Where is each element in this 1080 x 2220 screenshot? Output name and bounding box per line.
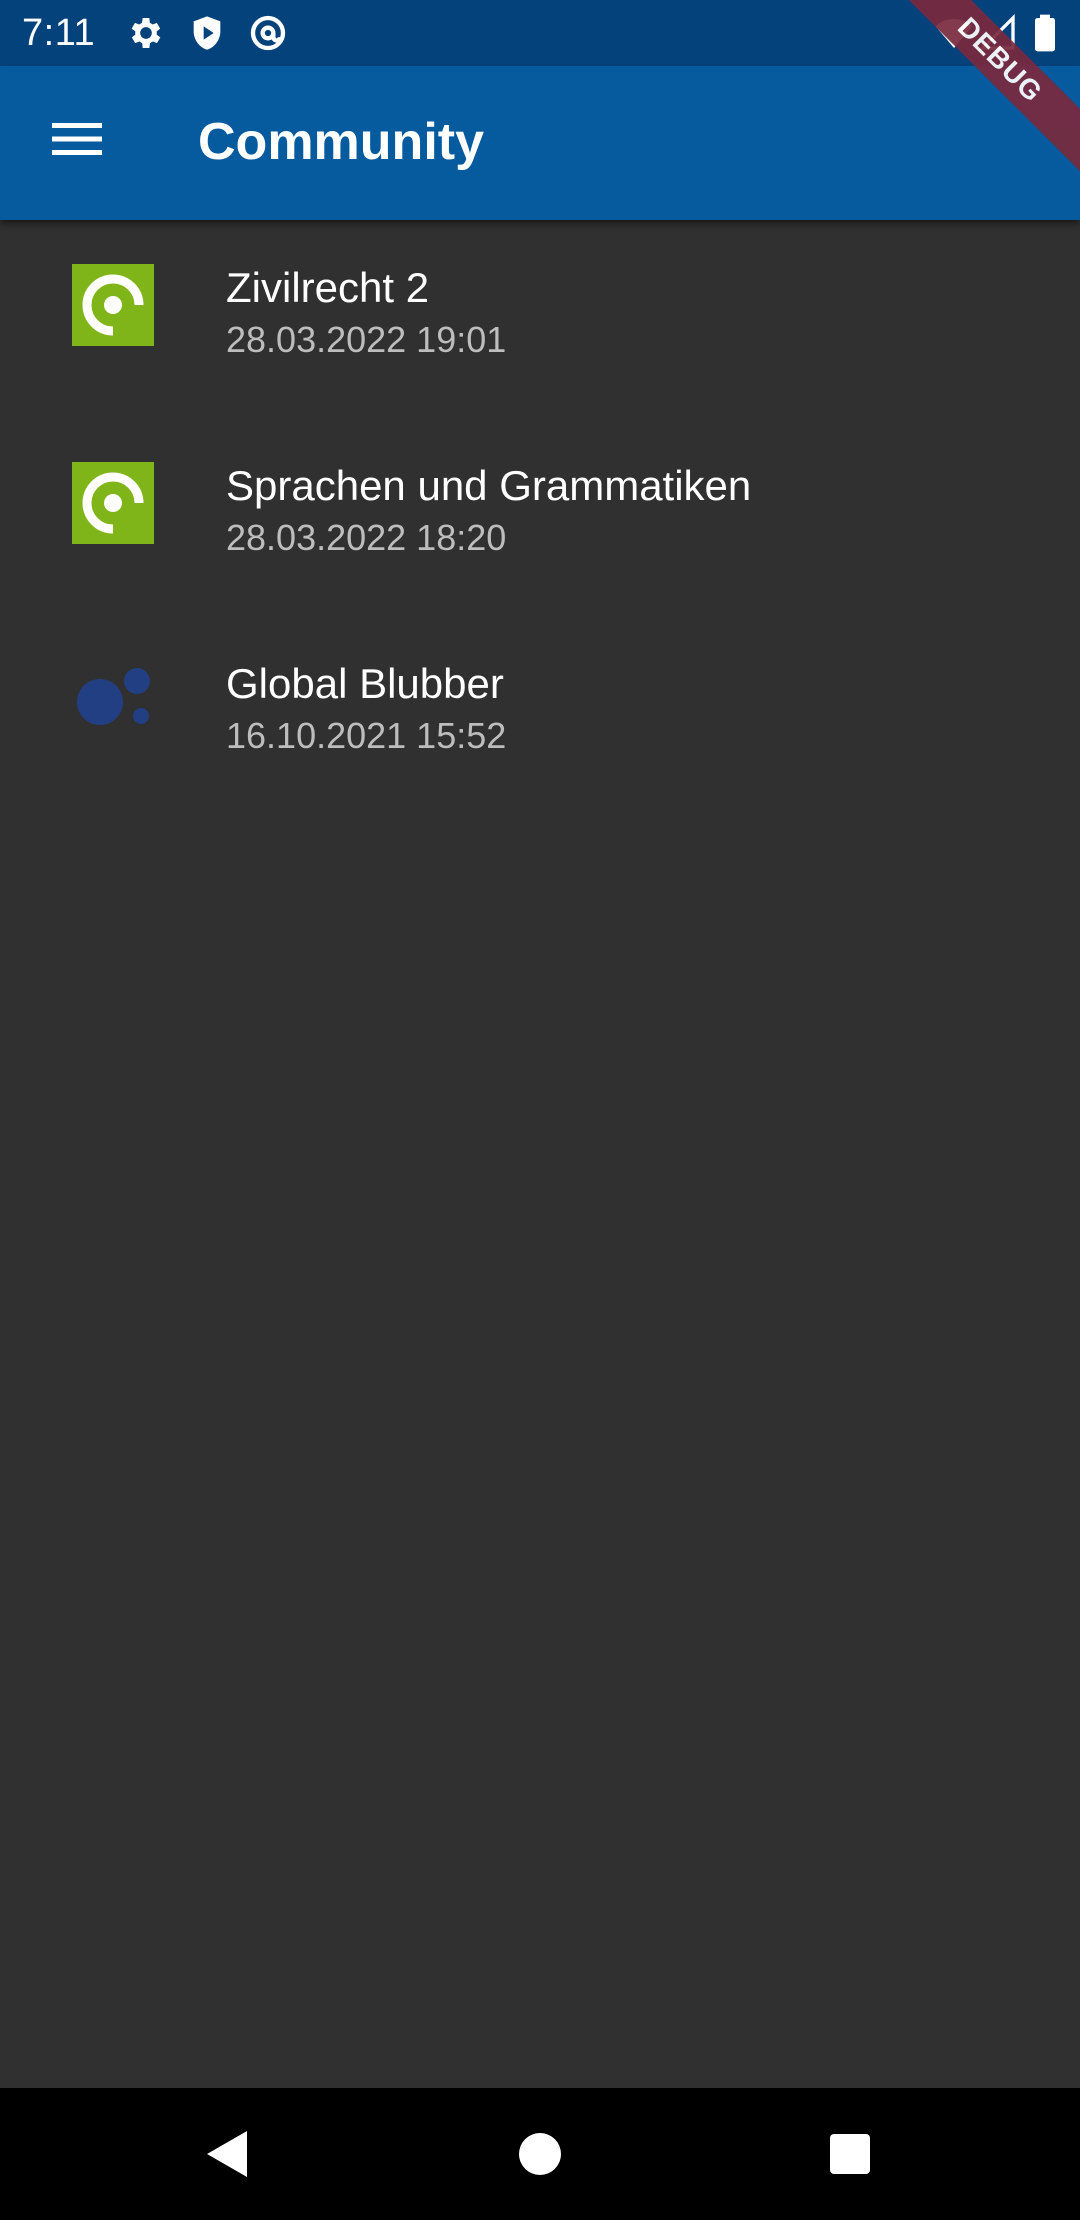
community-list: Zivilrecht 2 28.03.2022 19:01 Sprachen u… [0, 220, 1080, 814]
community-timestamp: 28.03.2022 18:20 [226, 517, 507, 558]
app-bar: Community [0, 66, 1080, 220]
recents-icon [830, 2134, 870, 2174]
back-button[interactable] [196, 2124, 256, 2184]
recents-button[interactable] [820, 2124, 880, 2184]
back-icon [207, 2131, 247, 2177]
at-sign-icon [248, 13, 288, 53]
community-item-global-blubber[interactable]: Global Blubber 16.10.2021 15:52 [0, 616, 1080, 814]
community-timestamp: 16.10.2021 15:52 [226, 715, 507, 756]
green-ring-logo-icon [72, 462, 154, 544]
home-button[interactable] [510, 2124, 570, 2184]
community-title: Zivilrecht 2 [226, 264, 430, 311]
screen: 7:11 Community DEBUG Zivilrecht 2 28.03.… [0, 0, 1080, 2220]
home-icon [519, 2133, 561, 2175]
gear-icon [126, 13, 166, 53]
menu-icon [52, 123, 102, 155]
community-title: Sprachen und Grammatiken [226, 462, 752, 509]
community-title: Global Blubber [226, 660, 504, 707]
navigation-bar [0, 2088, 1080, 2220]
community-timestamp: 28.03.2022 19:01 [226, 319, 507, 360]
green-ring-logo-icon [72, 264, 154, 346]
community-item-sprachen-und-grammatiken[interactable]: Sprachen und Grammatiken 28.03.2022 18:2… [0, 418, 1080, 616]
status-time: 7:11 [22, 12, 96, 54]
shield-play-icon [187, 13, 227, 53]
menu-button[interactable] [40, 102, 114, 176]
page-title: Community [198, 113, 484, 171]
community-item-zivilrecht-2[interactable]: Zivilrecht 2 28.03.2022 19:01 [0, 220, 1080, 418]
blue-dots-logo-icon [72, 660, 154, 742]
battery-icon [1030, 13, 1060, 53]
